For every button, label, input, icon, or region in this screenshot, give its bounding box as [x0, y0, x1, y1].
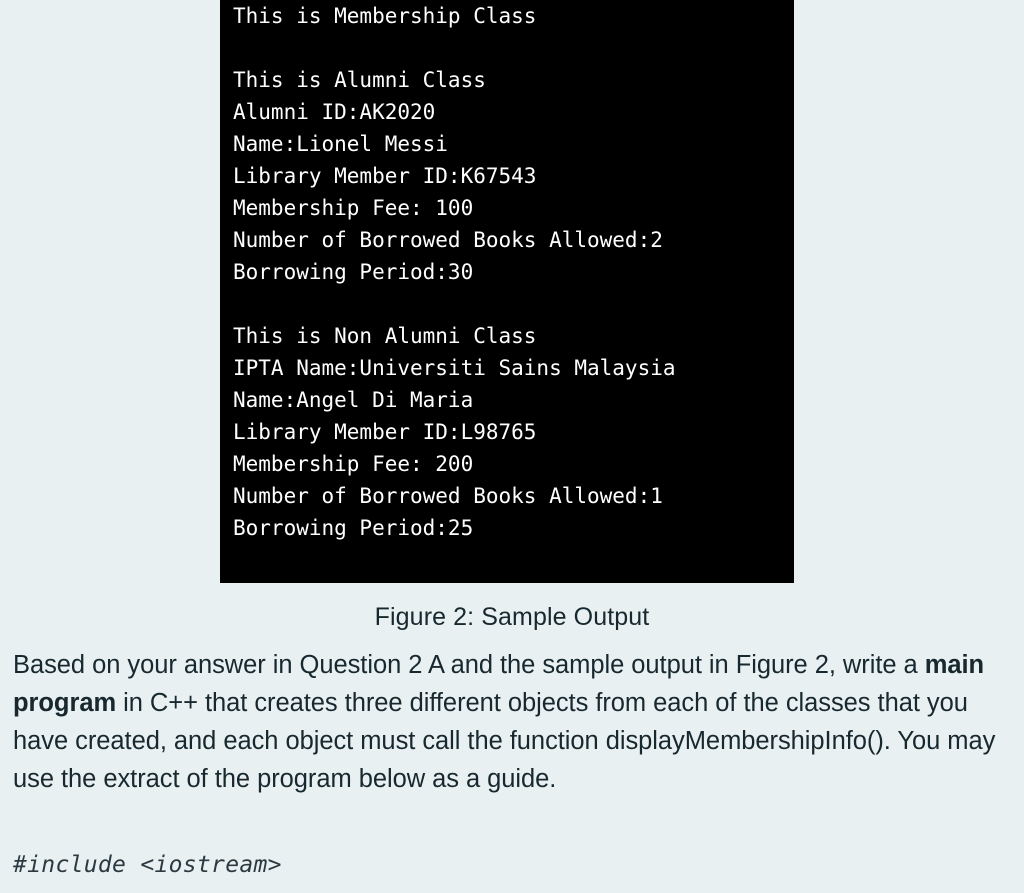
code-snippet-include: #include <iostream>	[13, 852, 282, 878]
terminal-line: IPTA Name:Universiti Sains Malaysia	[233, 356, 676, 380]
terminal-line: Number of Borrowed Books Allowed:1	[233, 484, 663, 508]
question-text-part-1: Based on your answer in Question 2 A and…	[13, 651, 925, 679]
terminal-line: Number of Borrowed Books Allowed:2	[233, 228, 663, 252]
terminal-line: Borrowing Period:30	[233, 260, 474, 284]
terminal-line: Library Member ID:L98765	[233, 420, 537, 444]
terminal-line: This is Alumni Class	[233, 68, 486, 92]
terminal-line: Alumni ID:AK2020	[233, 100, 436, 124]
terminal-line: Membership Fee: 100	[233, 196, 474, 220]
terminal-line: This is Non Alumni Class	[233, 324, 537, 348]
terminal-line: Library Member ID:K67543	[233, 164, 537, 188]
terminal-line: Name:Lionel Messi	[233, 132, 448, 156]
terminal-output-screenshot: This is Membership Class This is Alumni …	[220, 0, 794, 583]
terminal-line: This is Membership Class	[233, 4, 537, 28]
figure-caption: Figure 2: Sample Output	[374, 603, 650, 631]
terminal-line: Name:Angel Di Maria	[233, 388, 474, 412]
question-paragraph: Based on your answer in Question 2 A and…	[13, 646, 1003, 798]
question-text-part-2: in C++ that creates three different obje…	[13, 689, 996, 793]
terminal-line: Borrowing Period:25	[233, 516, 474, 540]
terminal-line: Membership Fee: 200	[233, 452, 474, 476]
